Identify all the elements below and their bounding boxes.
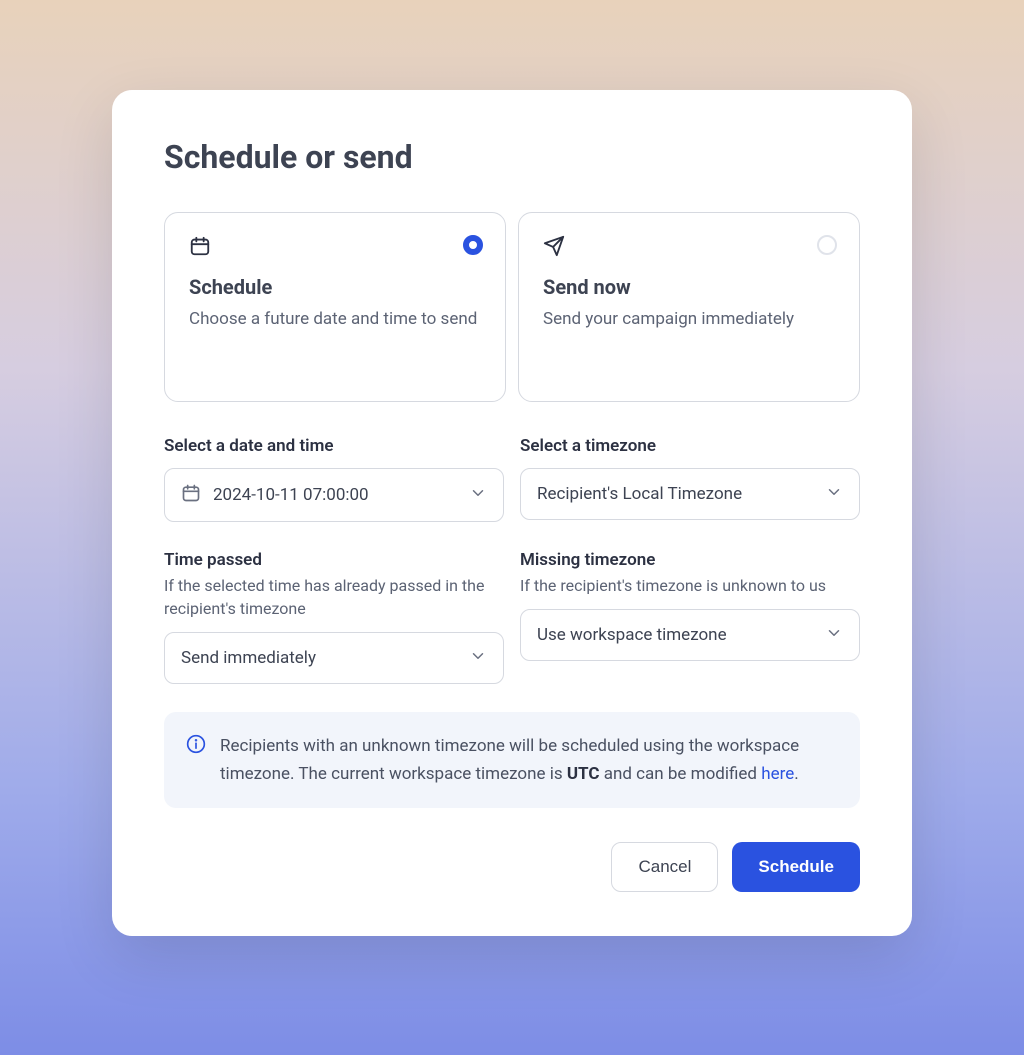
missing-tz-select[interactable]: Use workspace timezone <box>520 609 860 661</box>
datetime-timezone-row: Select a date and time 2024-10-11 07:00:… <box>164 436 860 522</box>
time-passed-value: Send immediately <box>181 648 316 668</box>
missing-tz-sublabel: If the recipient's timezone is unknown t… <box>520 574 860 597</box>
info-text-bold: UTC <box>567 764 600 784</box>
time-passed-select[interactable]: Send immediately <box>164 632 504 684</box>
timezone-col: Select a timezone Recipient's Local Time… <box>520 436 860 522</box>
schedule-radio[interactable] <box>463 235 483 255</box>
timezone-value: Recipient's Local Timezone <box>537 484 742 504</box>
timezone-info-box: Recipients with an unknown timezone will… <box>164 712 860 808</box>
send-now-option-card[interactable]: Send now Send your campaign immediately <box>518 212 860 402</box>
modal-title: Schedule or send <box>164 138 860 176</box>
datetime-col: Select a date and time 2024-10-11 07:00:… <box>164 436 504 522</box>
send-option-row: Schedule Choose a future date and time t… <box>164 212 860 402</box>
cancel-button[interactable]: Cancel <box>611 842 718 892</box>
missing-tz-col: Missing timezone If the recipient's time… <box>520 550 860 684</box>
send-now-option-title: Send now <box>543 275 835 299</box>
send-now-radio[interactable] <box>817 235 837 255</box>
calendar-small-icon <box>181 483 201 507</box>
time-passed-sublabel: If the selected time has already passed … <box>164 574 504 620</box>
chevron-down-icon <box>469 484 487 506</box>
time-passed-label: Time passed <box>164 550 504 570</box>
schedule-button[interactable]: Schedule <box>732 842 860 892</box>
send-icon <box>543 235 835 261</box>
timezone-label: Select a timezone <box>520 436 860 456</box>
chevron-down-icon <box>825 483 843 505</box>
datetime-label: Select a date and time <box>164 436 504 456</box>
schedule-option-title: Schedule <box>189 275 481 299</box>
button-row: Cancel Schedule <box>164 842 860 892</box>
calendar-icon <box>189 235 481 261</box>
info-text: Recipients with an unknown timezone will… <box>220 732 838 788</box>
chevron-down-icon <box>469 647 487 669</box>
timezone-select[interactable]: Recipient's Local Timezone <box>520 468 860 520</box>
schedule-option-desc: Choose a future date and time to send <box>189 307 481 333</box>
info-period: . <box>794 764 798 784</box>
missing-tz-label: Missing timezone <box>520 550 860 570</box>
schedule-modal: Schedule or send Schedule Choose a futur… <box>112 90 912 936</box>
fallback-row: Time passed If the selected time has alr… <box>164 550 860 684</box>
info-icon <box>186 734 206 788</box>
schedule-option-card[interactable]: Schedule Choose a future date and time t… <box>164 212 506 402</box>
info-text-after: and can be modified <box>599 764 761 784</box>
send-now-option-desc: Send your campaign immediately <box>543 307 835 333</box>
missing-tz-value: Use workspace timezone <box>537 625 727 645</box>
datetime-value: 2024-10-11 07:00:00 <box>213 485 369 505</box>
datetime-select[interactable]: 2024-10-11 07:00:00 <box>164 468 504 522</box>
chevron-down-icon <box>825 624 843 646</box>
info-here-link[interactable]: here <box>761 764 794 784</box>
time-passed-col: Time passed If the selected time has alr… <box>164 550 504 684</box>
